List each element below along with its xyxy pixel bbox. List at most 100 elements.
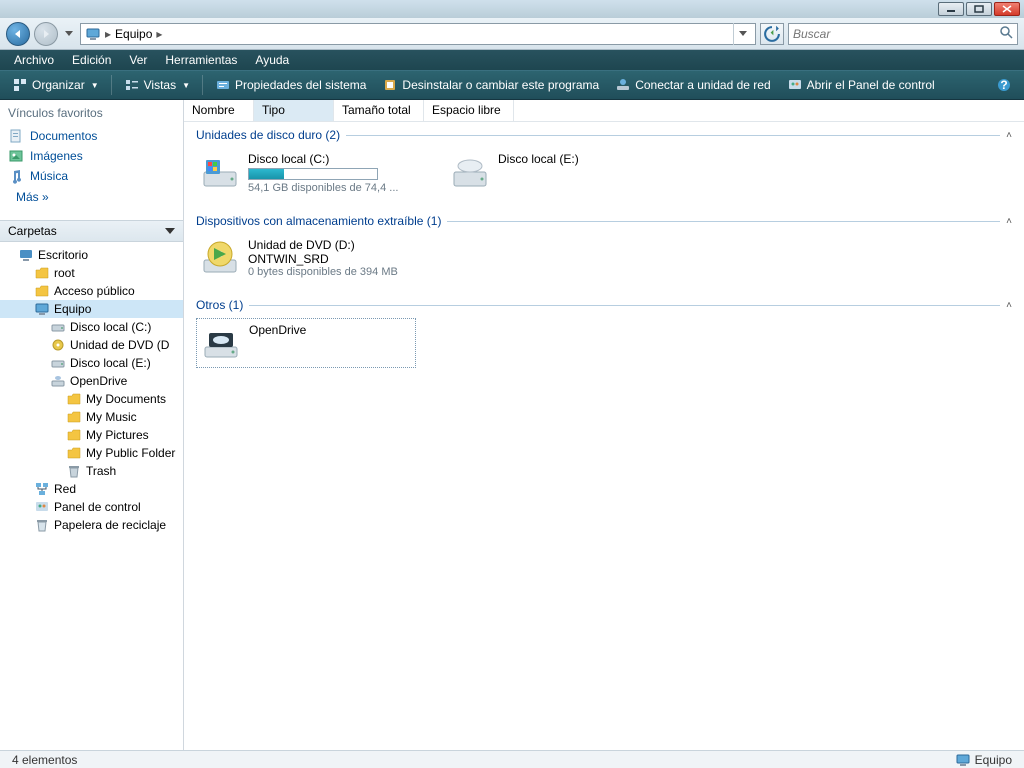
- uninstall-icon: [382, 77, 398, 93]
- drive-c-usage: [248, 168, 378, 180]
- trash-icon: [66, 463, 82, 479]
- tree-acceso-publico[interactable]: Acceso público: [0, 282, 183, 300]
- cmd-organizar[interactable]: Organizar ▼: [6, 74, 105, 96]
- tree-opendrive[interactable]: OpenDrive: [0, 372, 183, 390]
- cmd-vistas[interactable]: Vistas ▼: [118, 74, 196, 96]
- cmd-vistas-label: Vistas: [144, 78, 176, 92]
- col-nombre[interactable]: Nombre: [184, 100, 254, 121]
- fav-documentos-label: Documentos: [30, 129, 97, 143]
- fav-imagenes-label: Imágenes: [30, 149, 83, 163]
- navigation-pane: Vínculos favoritos Documentos Imágenes M…: [0, 100, 184, 750]
- tree-red[interactable]: Red: [0, 480, 183, 498]
- cloud-drive-icon: [201, 323, 241, 363]
- group-removable-header[interactable]: Dispositivos con almacenamiento extraíbl…: [196, 212, 1012, 230]
- drive-c-meta: 54,1 GB disponibles de 74,4 ...: [248, 182, 412, 194]
- menu-herramientas[interactable]: Herramientas: [157, 51, 245, 69]
- computer-icon: [85, 26, 101, 42]
- navigation-bar: ▸ Equipo ▸: [0, 18, 1024, 50]
- tree-panel[interactable]: Panel de control: [0, 498, 183, 516]
- address-dropdown[interactable]: [733, 23, 751, 45]
- drive-opendrive[interactable]: OpenDrive: [196, 318, 416, 368]
- tree-disco-c[interactable]: Disco local (C:): [0, 318, 183, 336]
- fav-imagenes[interactable]: Imágenes: [8, 146, 183, 166]
- fav-mas[interactable]: Más »: [8, 186, 183, 212]
- cmd-help[interactable]: ?: [990, 74, 1018, 96]
- breadcrumb-sep-icon: ▸: [105, 27, 111, 41]
- cmd-propiedades[interactable]: Propiedades del sistema: [209, 74, 372, 96]
- drive-c[interactable]: Disco local (C:) 54,1 GB disponibles de …: [196, 148, 416, 198]
- group-otros-title: Otros (1): [196, 298, 243, 312]
- breadcrumb-equipo[interactable]: Equipo: [115, 27, 152, 41]
- hdd-icon: [450, 152, 490, 192]
- dvd-icon: [50, 337, 66, 353]
- menu-ayuda[interactable]: Ayuda: [247, 51, 297, 69]
- tree-root[interactable]: root: [0, 264, 183, 282]
- menu-edicion[interactable]: Edición: [64, 51, 119, 69]
- drive-e[interactable]: Disco local (E:): [446, 148, 666, 198]
- column-headers: Nombre Tipo Tamaño total Espacio libre: [184, 100, 1024, 122]
- menu-archivo[interactable]: Archivo: [6, 51, 62, 69]
- refresh-button[interactable]: [760, 23, 784, 45]
- cmd-conectar-label: Conectar a unidad de red: [635, 78, 770, 92]
- tree-mypics[interactable]: My Pictures: [0, 426, 183, 444]
- folder-icon: [66, 445, 82, 461]
- drive-dvd-meta: 0 bytes disponibles de 394 MB: [248, 266, 412, 278]
- group-removable-title: Dispositivos con almacenamiento extraíbl…: [196, 214, 441, 228]
- music-icon: [8, 168, 24, 184]
- folders-header[interactable]: Carpetas: [0, 220, 183, 242]
- group-otros-header[interactable]: Otros (1) ˄: [196, 296, 1012, 314]
- documents-icon: [8, 128, 24, 144]
- cmd-propiedades-label: Propiedades del sistema: [235, 78, 366, 92]
- tree-trash[interactable]: Trash: [0, 462, 183, 480]
- fav-musica[interactable]: Música: [8, 166, 183, 186]
- folder-tree: Escritorio root Acceso público Equipo Di…: [0, 242, 183, 750]
- minimize-button[interactable]: [938, 2, 964, 16]
- folder-icon: [66, 427, 82, 443]
- folder-icon: [66, 391, 82, 407]
- group-hdd-header[interactable]: Unidades de disco duro (2) ˄: [196, 126, 1012, 144]
- cmd-desinstalar[interactable]: Desinstalar o cambiar este programa: [376, 74, 605, 96]
- col-espacio[interactable]: Espacio libre: [424, 100, 514, 121]
- public-folder-icon: [34, 283, 50, 299]
- back-button[interactable]: [6, 22, 30, 46]
- cmd-organizar-label: Organizar: [32, 78, 85, 92]
- user-folder-icon: [34, 265, 50, 281]
- tree-papelera[interactable]: Papelera de reciclaje: [0, 516, 183, 534]
- drive-dvd-sub: ONTWIN_SRD: [248, 252, 412, 266]
- maximize-button[interactable]: [966, 2, 992, 16]
- search-box[interactable]: [788, 23, 1018, 45]
- cmd-panel[interactable]: Abrir el Panel de control: [781, 74, 941, 96]
- group-hdd-title: Unidades de disco duro (2): [196, 128, 340, 142]
- favorites-header: Vínculos favoritos: [0, 100, 183, 124]
- forward-button[interactable]: [34, 22, 58, 46]
- col-tipo[interactable]: Tipo: [254, 100, 334, 121]
- drive-opendrive-label: OpenDrive: [249, 323, 411, 337]
- address-bar[interactable]: ▸ Equipo ▸: [80, 23, 756, 45]
- fav-musica-label: Música: [30, 169, 68, 183]
- menu-ver[interactable]: Ver: [121, 51, 155, 69]
- fav-documentos[interactable]: Documentos: [8, 126, 183, 146]
- tree-mypublic[interactable]: My Public Folder: [0, 444, 183, 462]
- cmd-conectar[interactable]: Conectar a unidad de red: [609, 74, 776, 96]
- tree-mymusic[interactable]: My Music: [0, 408, 183, 426]
- nav-history-dropdown[interactable]: [62, 24, 76, 44]
- hdd-icon: [200, 152, 240, 192]
- group-otros: Otros (1) ˄ OpenDrive: [196, 296, 1012, 374]
- computer-icon: [34, 301, 50, 317]
- close-button[interactable]: [994, 2, 1020, 16]
- group-removable: Dispositivos con almacenamiento extraíbl…: [196, 212, 1012, 288]
- tree-disco-e[interactable]: Disco local (E:): [0, 354, 183, 372]
- organize-icon: [12, 77, 28, 93]
- tree-dvd-d[interactable]: Unidad de DVD (D: [0, 336, 183, 354]
- drive-dvd[interactable]: Unidad de DVD (D:) ONTWIN_SRD 0 bytes di…: [196, 234, 416, 282]
- drive-dvd-label: Unidad de DVD (D:): [248, 238, 412, 252]
- tree-mydocs[interactable]: My Documents: [0, 390, 183, 408]
- search-input[interactable]: [793, 27, 999, 41]
- map-drive-icon: [615, 77, 631, 93]
- menu-bar: Archivo Edición Ver Herramientas Ayuda: [0, 50, 1024, 70]
- tree-escritorio[interactable]: Escritorio: [0, 246, 183, 264]
- col-tamano[interactable]: Tamaño total: [334, 100, 424, 121]
- dvd-drive-icon: [200, 238, 240, 278]
- tree-equipo[interactable]: Equipo: [0, 300, 183, 318]
- pictures-icon: [8, 148, 24, 164]
